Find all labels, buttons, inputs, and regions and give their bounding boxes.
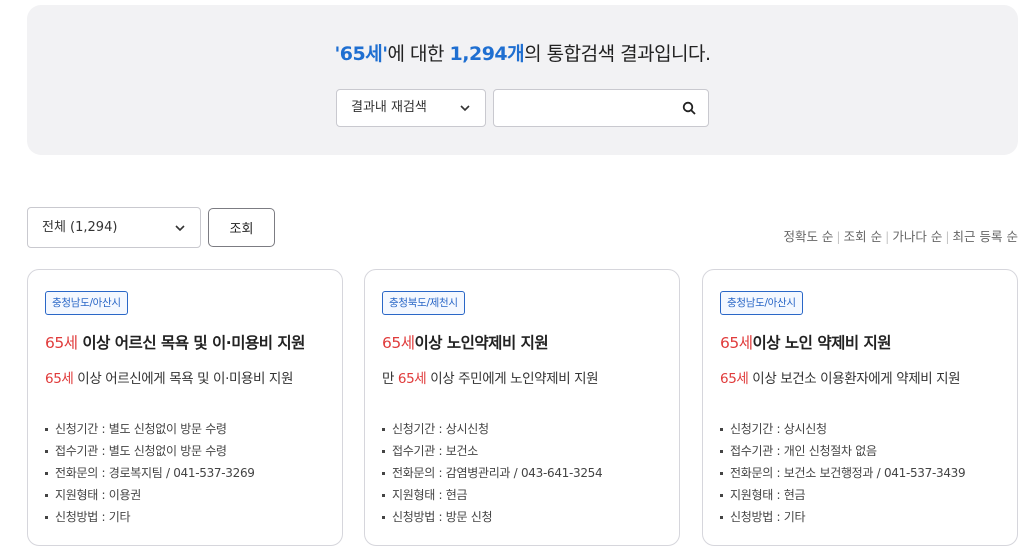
search-panel: '65세'에 대한 1,294개의 통합검색 결과입니다. 결과내 재검색 <box>27 5 1018 155</box>
card-description: 만 65세 이상 주민에게 노인약제비 지원 <box>382 367 672 387</box>
chevron-down-icon <box>175 225 185 232</box>
refine-scope-select[interactable]: 결과내 재검색 <box>336 89 486 127</box>
info-receiving-agency: 접수기관 : 별도 신청없이 방문 수령 <box>45 443 255 465</box>
card-description: 65세 이상 어르신에게 목욕 및 이·미용비 지원 <box>45 367 335 387</box>
info-support-type: 지원형태 : 이용권 <box>45 487 255 509</box>
result-card[interactable]: 충청북도/제천시 65세이상 노인약제비 지원 만 65세 이상 주민에게 노인… <box>364 269 680 546</box>
sort-accuracy[interactable]: 정확도 순 <box>783 229 833 244</box>
card-title-text: 이상 노인 약제비 지원 <box>752 334 892 352</box>
card-title-text: 이상 노인약제비 지원 <box>414 334 549 352</box>
card-title-text: 이상 어르신 목욕 및 이·미용비 지원 <box>77 334 305 352</box>
sort-options: 정확도 순 | 조회 순 | 가나다 순 | 최근 등록 순 <box>783 226 1018 245</box>
card-title[interactable]: 65세이상 노인 약제비 지원 <box>720 331 1010 353</box>
info-receiving-agency: 접수기관 : 보건소 <box>382 443 602 465</box>
search-icon[interactable] <box>682 101 696 115</box>
info-contact: 전화문의 : 경로복지팀 / 041-537-3269 <box>45 465 255 487</box>
card-desc-prefix: 만 <box>382 371 398 387</box>
heading-keyword-text: 65세 <box>339 43 383 65</box>
card-info-list: 신청기간 : 상시신청 접수기관 : 보건소 전화문의 : 감염병관리과 / 0… <box>382 421 603 531</box>
region-badge: 충청남도/아산시 <box>720 291 803 315</box>
heading-tail: 의 통합검색 결과입니다. <box>524 43 711 65</box>
category-filter-select[interactable]: 전체 (1,294) <box>27 207 201 248</box>
info-application-period: 신청기간 : 상시신청 <box>382 421 602 443</box>
card-title-keyword: 65세 <box>45 334 78 352</box>
sort-alphabetical[interactable]: 가나다 순 <box>892 229 942 244</box>
info-application-period: 신청기간 : 상시신청 <box>720 421 965 443</box>
card-desc-keyword: 65세 <box>397 371 427 387</box>
info-support-type: 지원형태 : 현금 <box>720 487 965 509</box>
sort-views[interactable]: 조회 순 <box>844 229 882 244</box>
card-description: 65세 이상 보건소 이용환자에게 약제비 지원 <box>720 367 1010 387</box>
card-title[interactable]: 65세이상 노인약제비 지원 <box>382 331 672 353</box>
heading-mid: 에 대한 <box>387 43 450 65</box>
sort-divider: | <box>945 229 950 244</box>
info-application-method: 신청방법 : 기타 <box>45 509 255 531</box>
card-title-keyword: 65세 <box>720 334 753 352</box>
region-badge: 충청북도/제천시 <box>382 291 465 315</box>
card-desc-text: 이상 보건소 이용환자에게 약제비 지원 <box>748 371 961 387</box>
info-application-method: 신청방법 : 방문 신청 <box>382 509 602 531</box>
category-filter-value: 전체 (1,294) <box>42 220 118 235</box>
info-receiving-agency: 접수기관 : 개인 신청절차 없음 <box>720 443 965 465</box>
card-desc-text: 이상 어르신에게 목욕 및 이·미용비 지원 <box>73 371 293 387</box>
card-desc-keyword: 65세 <box>45 371 74 387</box>
result-heading: '65세'에 대한 1,294개의 통합검색 결과입니다. <box>27 39 1018 66</box>
info-application-period: 신청기간 : 별도 신청없이 방문 수령 <box>45 421 255 443</box>
info-contact: 전화문의 : 감염병관리과 / 043-641-3254 <box>382 465 603 487</box>
result-card[interactable]: 충청남도/아산시 65세 이상 어르신 목욕 및 이·미용비 지원 65세 이상… <box>27 269 343 546</box>
result-card[interactable]: 충청남도/아산시 65세이상 노인 약제비 지원 65세 이상 보건소 이용환자… <box>702 269 1018 546</box>
sort-divider: | <box>885 229 890 244</box>
card-info-list: 신청기간 : 상시신청 접수기관 : 개인 신청절차 없음 전화문의 : 보건소… <box>720 421 966 531</box>
card-title[interactable]: 65세 이상 어르신 목욕 및 이·미용비 지원 <box>45 331 335 353</box>
search-input[interactable] <box>494 90 674 126</box>
sort-divider: | <box>836 229 841 244</box>
sort-recent[interactable]: 최근 등록 순 <box>953 229 1018 244</box>
card-desc-keyword: 65세 <box>720 371 749 387</box>
chevron-down-icon <box>460 105 470 112</box>
refine-scope-label: 결과내 재검색 <box>351 100 427 115</box>
heading-keyword: '65세' <box>334 43 388 65</box>
card-title-keyword: 65세 <box>382 334 415 352</box>
info-contact: 전화문의 : 보건소 보건행정과 / 041-537-3439 <box>720 465 966 487</box>
card-desc-text: 이상 주민에게 노인약제비 지원 <box>426 371 599 387</box>
query-button[interactable]: 조회 <box>208 208 275 247</box>
card-info-list: 신청기간 : 별도 신청없이 방문 수령 접수기관 : 별도 신청없이 방문 수… <box>45 421 255 531</box>
region-badge: 충청남도/아산시 <box>45 291 128 315</box>
search-box <box>493 89 709 127</box>
info-application-method: 신청방법 : 기타 <box>720 509 965 531</box>
info-support-type: 지원형태 : 현금 <box>382 487 602 509</box>
result-count: 1,294개 <box>449 43 525 65</box>
